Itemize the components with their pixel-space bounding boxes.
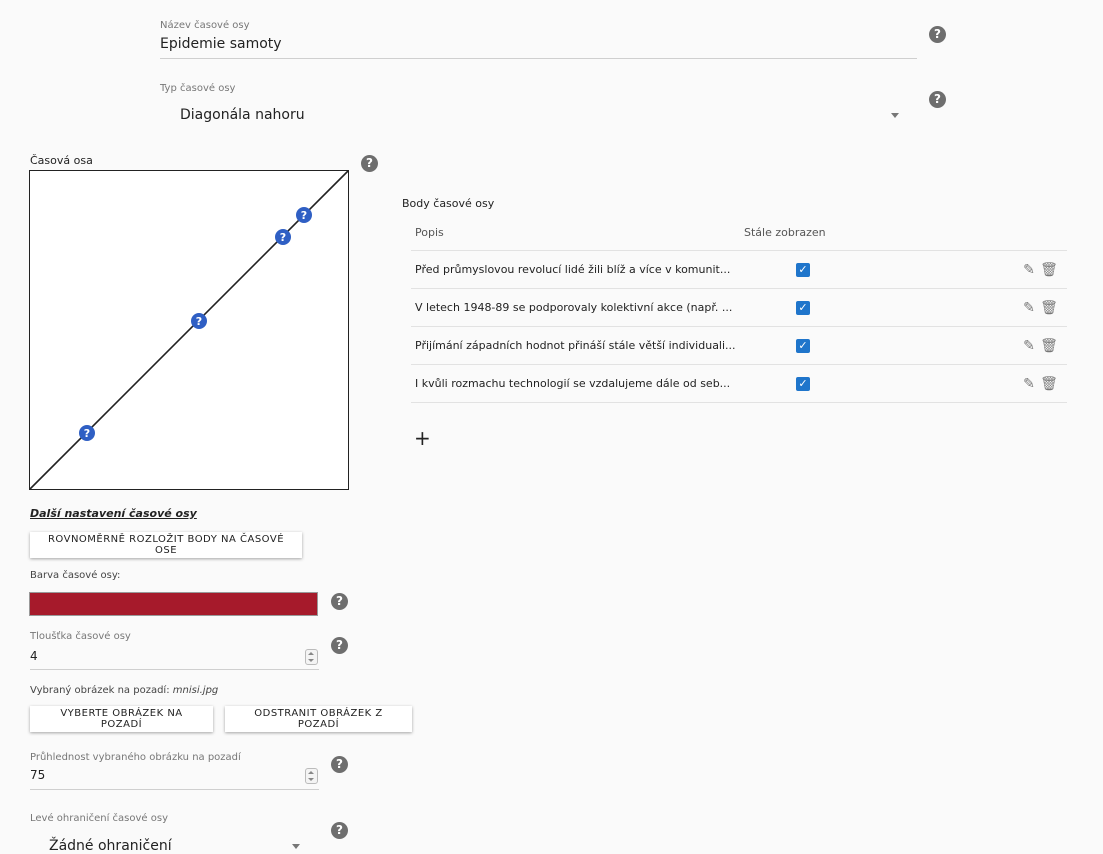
help-icon[interactable]: ? (331, 637, 348, 654)
select-bg-image-button[interactable]: Vyberte obrázek na pozadí (30, 706, 213, 732)
table-row: Přijímání západních hodnot přináší stále… (411, 326, 1067, 365)
delete-icon[interactable]: 🗑 (1039, 376, 1059, 392)
delete-icon[interactable]: 🗑 (1039, 338, 1059, 354)
help-icon[interactable]: ? (929, 91, 946, 108)
bg-image-name: mnisi.jpg (172, 685, 219, 696)
table-row: I kvůli rozmachu technologií se vzdaluje… (411, 364, 1067, 403)
point-description: Přijímání západních hodnot přináší stále… (411, 326, 740, 365)
left-bound-select[interactable]: Žádné ohraničení (49, 838, 172, 854)
thickness-underline (30, 669, 319, 670)
thickness-stepper[interactable] (305, 649, 318, 665)
color-label: Barva časové osy: (30, 570, 121, 581)
svg-text:?: ? (301, 209, 307, 222)
chevron-down-icon[interactable] (891, 113, 899, 118)
points-title: Body časové osy (402, 197, 495, 210)
edit-icon[interactable]: ✎ (1019, 338, 1039, 354)
always-shown-checkbox[interactable]: ✓ (796, 338, 810, 353)
point-description: V letech 1948-89 se podporovaly kolektiv… (411, 288, 740, 327)
always-shown-checkbox[interactable]: ✓ (796, 376, 810, 391)
opacity-label: Průhlednost vybraného obrázku na pozadí (30, 752, 241, 763)
thickness-label: Tloušťka časové osy (30, 631, 131, 642)
timeline-canvas: ? ? ? ? (29, 170, 349, 490)
help-icon[interactable]: ? (361, 155, 378, 172)
column-header-actions (848, 215, 1067, 251)
add-point-button[interactable]: + (414, 426, 431, 450)
timeline-title: Časová osa (30, 154, 93, 167)
name-input[interactable]: Epidemie samoty (160, 36, 282, 52)
column-header-always-shown: Stále zobrazen (740, 215, 848, 251)
points-table: Popis Stále zobrazen Před průmyslovou re… (411, 215, 1067, 403)
distribute-points-button[interactable]: Rovnoměrně rozložit body na časové ose (30, 532, 302, 558)
timeline-point-marker[interactable]: ? (191, 313, 207, 329)
delete-icon[interactable]: 🗑 (1039, 262, 1059, 278)
edit-icon[interactable]: ✎ (1019, 376, 1039, 392)
name-label: Název časové osy (160, 20, 250, 31)
help-icon[interactable]: ? (331, 756, 348, 773)
opacity-stepper[interactable] (305, 768, 318, 784)
timeline-point-marker[interactable]: ? (79, 425, 95, 441)
timeline-point-marker[interactable]: ? (296, 207, 312, 223)
point-description: Před průmyslovou revolucí lidé žili blíž… (411, 250, 740, 289)
remove-bg-image-button[interactable]: Odstranit obrázek z pozadí (225, 706, 412, 732)
left-bound-label: Levé ohraničení časové osy (30, 813, 169, 824)
thickness-input[interactable]: 4 (30, 649, 38, 663)
always-shown-checkbox[interactable]: ✓ (796, 262, 810, 277)
help-icon[interactable]: ? (331, 593, 348, 610)
chevron-down-icon[interactable] (292, 844, 300, 849)
always-shown-checkbox[interactable]: ✓ (796, 300, 810, 315)
delete-icon[interactable]: 🗑 (1039, 300, 1059, 316)
opacity-input[interactable]: 75 (30, 768, 45, 782)
settings-section-title: Další nastavení časové osy (30, 507, 197, 520)
point-description: I kvůli rozmachu technologií se vzdaluje… (411, 364, 740, 403)
table-row: V letech 1948-89 se podporovaly kolektiv… (411, 288, 1067, 327)
timeline-point-marker[interactable]: ? (275, 229, 291, 245)
table-row: Před průmyslovou revolucí lidé žili blíž… (411, 250, 1067, 289)
bg-image-label: Vybraný obrázek na pozadí: (30, 685, 170, 696)
help-icon[interactable]: ? (929, 26, 946, 43)
type-select[interactable]: Diagonála nahoru (180, 107, 305, 123)
bg-image-info: Vybraný obrázek na pozadí: mnisi.jpg (30, 685, 218, 696)
timeline-color-picker[interactable] (29, 592, 318, 616)
svg-text:?: ? (84, 427, 90, 440)
svg-text:?: ? (280, 231, 286, 244)
type-label: Typ časové osy (160, 83, 236, 94)
edit-icon[interactable]: ✎ (1019, 300, 1039, 316)
name-underline (160, 58, 917, 59)
help-icon[interactable]: ? (331, 822, 348, 839)
edit-icon[interactable]: ✎ (1019, 262, 1039, 278)
opacity-underline (30, 789, 319, 790)
column-header-description: Popis (411, 215, 740, 251)
svg-text:?: ? (196, 315, 202, 328)
